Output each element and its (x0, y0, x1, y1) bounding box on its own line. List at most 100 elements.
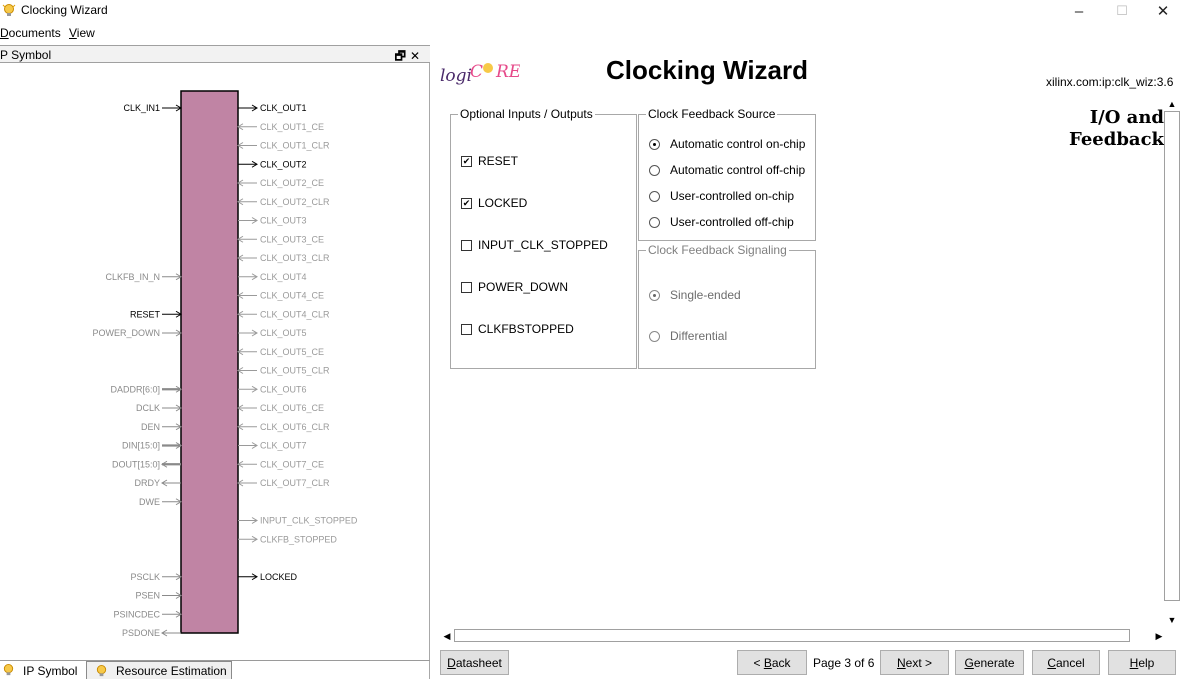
scrollbar-thumb[interactable] (454, 629, 1130, 642)
horizontal-scrollbar[interactable]: ◀ ▶ (440, 629, 1170, 643)
pin-label: RESET (130, 309, 161, 319)
pin-label: CLK_OUT4_CLR (260, 309, 330, 319)
pin-label: DIN[15:0] (122, 441, 160, 451)
checkbox-clkfbstopped[interactable]: CLKFBSTOPPED (461, 322, 574, 336)
pin-label: PSDONE (122, 628, 160, 638)
pin-label: CLK_OUT4 (260, 272, 307, 282)
pin-label: CLK_OUT2_CE (260, 178, 324, 188)
pin-label: CLKFB_IN_N (105, 272, 160, 282)
svg-text:logi: logi (440, 66, 472, 86)
vertical-scrollbar[interactable]: ▲ ▼ (1162, 97, 1182, 627)
scroll-right-icon[interactable]: ▶ (1152, 629, 1166, 643)
pin-label: CLKFB_STOPPED (260, 534, 337, 544)
maximize-button[interactable]: ☐ (1100, 0, 1144, 22)
ip-block (180, 90, 239, 634)
radio-button[interactable] (649, 138, 660, 150)
minimize-button[interactable]: – (1057, 0, 1101, 22)
radio-button[interactable] (649, 216, 660, 228)
datasheet-button[interactable]: Datasheet (440, 650, 509, 675)
panel-tabs: IP Symbol Resource Estimation (0, 660, 430, 679)
scroll-up-icon[interactable]: ▲ (1162, 97, 1182, 111)
generate-button[interactable]: Generate (955, 650, 1024, 675)
pin-label: CLK_OUT5_CE (260, 347, 324, 357)
next-button[interactable]: Next > (880, 650, 949, 675)
radio-button[interactable] (649, 164, 660, 176)
pin-label: PSINCDEC (113, 609, 160, 619)
pin-label: DEN (141, 422, 160, 432)
pin-label: CLK_OUT7_CE (260, 459, 324, 469)
checkbox-reset[interactable]: ✔ RESET (461, 154, 518, 168)
radio-single-ended[interactable]: Single-ended (649, 288, 741, 302)
pin-label: CLK_OUT2 (260, 159, 307, 169)
pin-label: CLK_OUT7 (260, 441, 307, 451)
optional-io-group: Optional Inputs / Outputs ✔ RESET ✔ LOCKED… (450, 107, 637, 369)
wizard-page: logi C RE Clocking Wizard xilinx.com:ip:… (432, 45, 1182, 679)
ip-identifier: xilinx.com:ip:clk_wiz:3.6 (1046, 75, 1174, 89)
close-button[interactable]: ✕ (1141, 0, 1182, 22)
pin-label: DRDY (134, 478, 160, 488)
bulb-icon (2, 4, 16, 16)
ip-symbol-diagram: CLK_IN1 CLKFB_IN_N RESET POWER_DOWN DADDR[6:… (93, 90, 358, 638)
pin-label: INPUT_CLK_STOPPED (260, 516, 358, 526)
group-legend: Clock Feedback Signaling (646, 243, 789, 257)
menu-view[interactable]: View (69, 26, 95, 40)
pin-label: CLK_OUT4_CE (260, 291, 324, 301)
title-bar: Clocking Wizard – ☐ ✕ (0, 0, 1182, 22)
scrollbar-thumb[interactable] (1164, 111, 1180, 601)
tab-label: IP Symbol (23, 663, 78, 678)
checkbox-box[interactable]: ✔ (461, 197, 472, 209)
window-title: Clocking Wizard (21, 3, 108, 17)
checkbox-input-clk-stopped[interactable]: INPUT_CLK_STOPPED (461, 238, 608, 252)
radio-user-on-chip[interactable]: User-controlled on-chip (649, 189, 794, 203)
bulb-icon (3, 664, 14, 676)
checkbox-locked[interactable]: ✔ LOCKED (461, 196, 527, 210)
pin-label: CLK_OUT3_CLR (260, 253, 330, 263)
pin-label: POWER_DOWN (93, 328, 161, 338)
pin-label: PSEN (135, 591, 160, 601)
radio-user-off-chip[interactable]: User-controlled off-chip (649, 215, 794, 229)
menu-bar: Documents View (0, 24, 1182, 44)
pin-label: CLK_OUT7_CLR (260, 478, 330, 488)
checkbox-box[interactable] (461, 239, 472, 251)
group-legend: Clock Feedback Source (646, 107, 778, 121)
back-button[interactable]: < Back (737, 650, 807, 675)
page-indicator: Page 3 of 6 (813, 656, 875, 670)
radio-auto-on-chip[interactable]: Automatic control on-chip (649, 137, 805, 151)
feedback-source-group: Clock Feedback Source Automatic control … (638, 107, 816, 241)
pin-label: CLK_OUT6 (260, 384, 307, 394)
checkbox-box[interactable]: ✔ (461, 155, 472, 167)
checkbox-box[interactable] (461, 323, 472, 335)
pin-label: CLK_OUT5 (260, 328, 307, 338)
pin-label: CLK_IN1 (123, 103, 160, 113)
help-button[interactable]: Help (1108, 650, 1176, 675)
radio-button[interactable] (649, 190, 660, 202)
panel-title: P Symbol (0, 48, 52, 62)
checkbox-box[interactable] (461, 281, 472, 293)
radio-differential[interactable]: Differential (649, 329, 727, 343)
bulb-icon (96, 664, 107, 676)
pin-label: LOCKED (260, 572, 298, 582)
checkbox-power-down[interactable]: POWER_DOWN (461, 280, 568, 294)
radio-button[interactable] (649, 330, 660, 342)
pin-label: PSCLK (130, 572, 160, 582)
radio-button[interactable] (649, 289, 660, 301)
pin-label: CLK_OUT6_CLR (260, 422, 330, 432)
panel-header: P Symbol 🗗✕ (0, 45, 430, 63)
pin-label: DADDR[6:0] (110, 384, 160, 394)
tab-ip-symbol[interactable]: IP Symbol (0, 661, 86, 679)
cancel-button[interactable]: Cancel (1032, 650, 1100, 675)
scroll-left-icon[interactable]: ◀ (440, 629, 454, 643)
pin-label: DOUT[15:0] (112, 459, 160, 469)
scroll-down-icon[interactable]: ▼ (1162, 613, 1182, 627)
pin-label: CLK_OUT3 (260, 216, 307, 226)
tab-resource-estimation[interactable]: Resource Estimation (86, 661, 232, 679)
ip-symbol-panel: P Symbol 🗗✕ CLK_IN1 CLKFB_IN_N RESET POWER_… (0, 45, 430, 679)
svg-text:C: C (470, 62, 483, 82)
pin-label: CLK_OUT1_CE (260, 122, 324, 132)
radio-auto-off-chip[interactable]: Automatic control off-chip (649, 163, 805, 177)
svg-text:RE: RE (495, 62, 520, 82)
wizard-title: Clocking Wizard (606, 55, 809, 85)
menu-documents[interactable]: Documents (0, 26, 61, 40)
pin-label: DCLK (136, 403, 160, 413)
pin-label: CLK_OUT5_CLR (260, 366, 330, 376)
